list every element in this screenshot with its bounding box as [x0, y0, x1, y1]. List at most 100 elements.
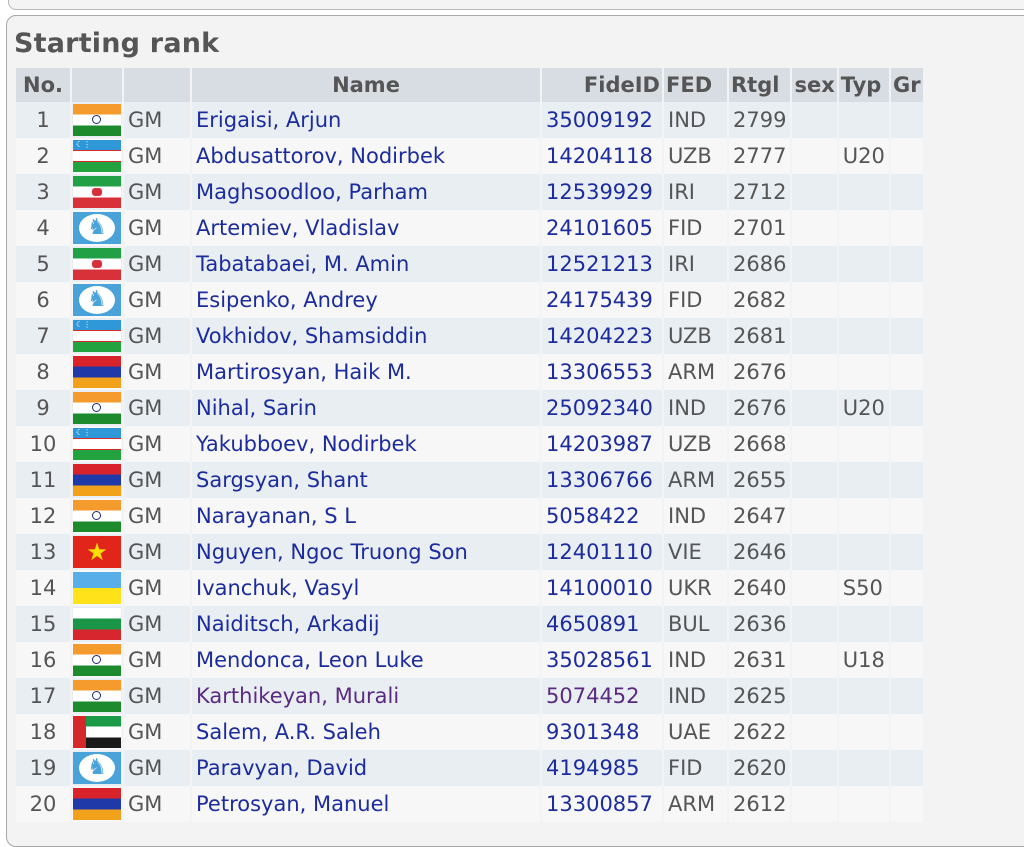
fide-id-link[interactable]: 12401110	[546, 540, 653, 564]
armenia-flag-icon	[73, 356, 121, 388]
header-type[interactable]: Typ	[838, 68, 889, 102]
federation: IND	[664, 642, 727, 678]
player-name-link[interactable]: Salem, A.R. Saleh	[196, 720, 381, 744]
table-row: 10 ☾⋮ GM Yakubboev, Nodirbek 14203987 UZB 2668	[16, 426, 923, 462]
sex	[792, 678, 837, 714]
fide-id-link[interactable]: 12539929	[546, 180, 653, 204]
player-name-link[interactable]: Nguyen, Ngoc Truong Son	[196, 540, 468, 564]
india-flag-icon	[73, 500, 121, 532]
player-name-link[interactable]: Sargsyan, Shant	[196, 468, 368, 492]
player-type: S50	[838, 570, 889, 606]
fide-id-link[interactable]: 13306553	[546, 360, 653, 384]
sex	[792, 282, 837, 318]
rank-number: 3	[16, 174, 70, 210]
player-name-link[interactable]: Esipenko, Andrey	[196, 288, 378, 312]
rating: 2777	[729, 138, 791, 174]
rank-number: 12	[16, 498, 70, 534]
fide-id-link[interactable]: 13306766	[546, 468, 653, 492]
fide-id-link[interactable]: 14203987	[546, 432, 653, 456]
group	[890, 210, 923, 246]
rank-number: 4	[16, 210, 70, 246]
header-name[interactable]: Name	[192, 68, 540, 102]
bulgaria-flag-icon	[73, 608, 121, 640]
table-row: 2 ☾⋮ GM Abdusattorov, Nodirbek 14204118 UZB 27…	[16, 138, 923, 174]
player-name-link[interactable]: Yakubboev, Nodirbek	[196, 432, 417, 456]
fide-id-link[interactable]: 9301348	[546, 720, 640, 744]
player-type	[838, 354, 889, 390]
header-group[interactable]: Gr	[890, 68, 923, 102]
player-type: U20	[838, 390, 889, 426]
sex	[792, 534, 837, 570]
group	[890, 462, 923, 498]
table-row: 16 GM Mendonca, Leon Luke 35028561 IND 2631 U1…	[16, 642, 923, 678]
fide-id-link[interactable]: 24101605	[546, 216, 653, 240]
player-title: GM	[124, 570, 190, 606]
header-sex[interactable]: sex	[792, 68, 837, 102]
player-name-link[interactable]: Erigaisi, Arjun	[196, 108, 341, 132]
group	[890, 498, 923, 534]
player-name-link[interactable]: Ivanchuk, Vasyl	[196, 576, 359, 600]
player-title: GM	[124, 102, 190, 138]
sex	[792, 390, 837, 426]
player-name-link[interactable]: Paravyan, David	[196, 756, 367, 780]
fide-id-link[interactable]: 4194985	[546, 756, 640, 780]
player-type: U20	[838, 138, 889, 174]
header-fide-id[interactable]: FideID	[542, 68, 662, 102]
federation: UZB	[664, 138, 727, 174]
starting-rank-table: No. Name FideID FED Rtgl sex Typ Gr 1 GM E…	[14, 68, 925, 822]
player-name-link[interactable]: Maghsoodloo, Parham	[196, 180, 428, 204]
player-name-link[interactable]: Mendonca, Leon Luke	[196, 648, 424, 672]
fide-id-link[interactable]: 12521213	[546, 252, 653, 276]
rank-number: 18	[16, 714, 70, 750]
player-name-link[interactable]: Nihal, Sarin	[196, 396, 317, 420]
table-row: 11 GM Sargsyan, Shant 13306766 ARM 2655	[16, 462, 923, 498]
fide-id-link[interactable]: 14204118	[546, 144, 653, 168]
fide-id-link[interactable]: 13300857	[546, 792, 653, 816]
fide-id-link[interactable]: 35028561	[546, 648, 653, 672]
fide-id-link[interactable]: 14204223	[546, 324, 653, 348]
rank-number: 8	[16, 354, 70, 390]
armenia-flag-icon	[73, 788, 121, 820]
player-type	[838, 426, 889, 462]
player-type	[838, 210, 889, 246]
group	[890, 678, 923, 714]
player-title: GM	[124, 390, 190, 426]
player-title: GM	[124, 246, 190, 282]
federation: UZB	[664, 426, 727, 462]
fide-id-link[interactable]: 4650891	[546, 612, 640, 636]
player-type	[838, 714, 889, 750]
fide-id-link[interactable]: 5058422	[546, 504, 640, 528]
player-name-link[interactable]: Tabatabaei, M. Amin	[196, 252, 409, 276]
rank-number: 6	[16, 282, 70, 318]
player-title: GM	[124, 534, 190, 570]
fide-id-link[interactable]: 25092340	[546, 396, 653, 420]
player-name-link[interactable]: Naiditsch, Arkadij	[196, 612, 380, 636]
header-rating[interactable]: Rtgl	[729, 68, 791, 102]
fide-id-link[interactable]: 24175439	[546, 288, 653, 312]
fide-id-link[interactable]: 14100010	[546, 576, 653, 600]
player-name-link[interactable]: Martirosyan, Haik M.	[196, 360, 412, 384]
player-name-link[interactable]: Vokhidov, Shamsiddin	[196, 324, 427, 348]
table-row: 19 ♞ GM Paravyan, David 4194985 FID 2620	[16, 750, 923, 786]
fide-id-link[interactable]: 35009192	[546, 108, 653, 132]
table-row: 12 GM Narayanan, S L 5058422 IND 2647	[16, 498, 923, 534]
header-fed[interactable]: FED	[664, 68, 727, 102]
federation: FID	[664, 282, 727, 318]
player-name-link[interactable]: Artemiev, Vladislav	[196, 216, 399, 240]
fide-id-link[interactable]: 5074452	[546, 684, 640, 708]
player-name-link[interactable]: Karthikeyan, Murali	[196, 684, 399, 708]
ukraine-flag-icon	[73, 572, 121, 604]
player-name-link[interactable]: Petrosyan, Manuel	[196, 792, 389, 816]
player-name-link[interactable]: Abdusattorov, Nodirbek	[196, 144, 445, 168]
federation: UZB	[664, 318, 727, 354]
rating: 2640	[729, 570, 791, 606]
federation: VIE	[664, 534, 727, 570]
header-no[interactable]: No.	[16, 68, 70, 102]
player-name-link[interactable]: Narayanan, S L	[196, 504, 356, 528]
table-row: 3 GM Maghsoodloo, Parham 12539929 IRI 2712	[16, 174, 923, 210]
armenia-flag-icon	[73, 464, 121, 496]
rating: 2676	[729, 354, 791, 390]
player-title: GM	[124, 642, 190, 678]
player-title: GM	[124, 498, 190, 534]
player-title: GM	[124, 282, 190, 318]
